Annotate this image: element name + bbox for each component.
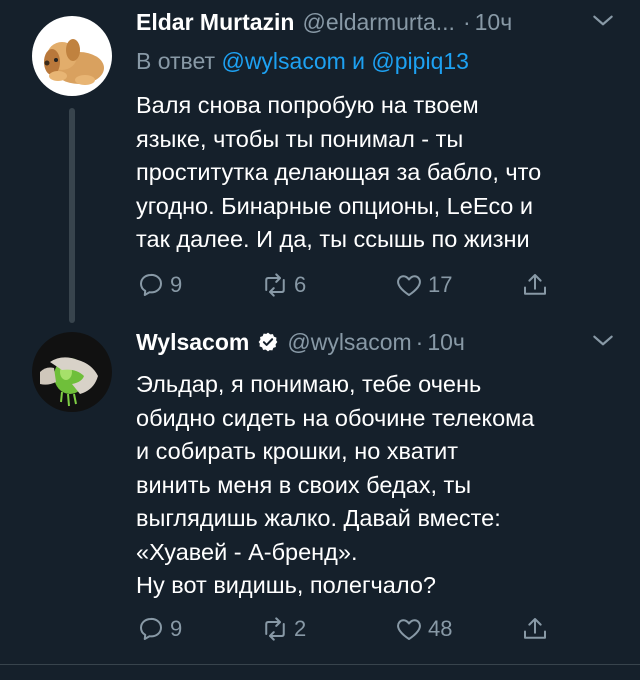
reply-context: В ответ @wylsacom и @pipiq13 [136,48,620,76]
tweet-wylsacom[interactable]: Wylsacom @wylsacom · 10ч Эльдар, я поним… [0,320,640,664]
user-handle[interactable]: @eldarmurta... [302,9,454,36]
reply-button[interactable]: 9 [136,614,182,644]
reply-icon [140,617,162,640]
retweet-icon [265,617,285,641]
share-button[interactable] [520,270,550,300]
tweet-text: Валя снова попробую на твоем языке, чтоб… [136,92,542,252]
retweet-button[interactable]: 6 [260,270,306,300]
mention-link[interactable]: @pipiq13 [371,48,469,74]
avatar[interactable] [32,332,112,412]
mention-link[interactable]: @wylsacom [221,48,345,74]
verified-badge-icon [259,332,278,352]
divider [0,664,640,665]
display-name[interactable]: Wylsacom [136,329,249,356]
tweet-eldar[interactable]: Eldar Murtazin @eldarmurta... · 10ч В от… [0,0,640,323]
like-count: 17 [428,272,453,297]
retweet-count: 6 [294,272,307,297]
reply-and: и [352,48,366,74]
share-button[interactable] [520,614,550,644]
reply-count: 9 [170,272,183,297]
reply-count: 9 [170,616,183,641]
thread-connector-line [69,108,75,323]
avatar[interactable] [32,16,112,96]
tweet-header: Wylsacom @wylsacom · 10ч [136,326,620,358]
reply-icon [140,273,162,296]
separator-dot: · [462,8,471,35]
like-count: 48 [428,616,453,641]
timestamp[interactable]: 10ч [475,9,513,36]
like-button[interactable]: 48 [394,614,452,644]
reply-button[interactable]: 9 [136,270,182,300]
hand-squeezing-lime-avatar-icon [32,332,112,412]
share-icon [524,274,546,295]
heart-icon [397,275,421,296]
like-button[interactable]: 17 [394,270,452,300]
chevron-down-icon[interactable] [590,8,616,34]
retweet-count: 2 [294,616,307,641]
display-name[interactable]: Eldar Murtazin [136,9,294,36]
retweet-button[interactable]: 2 [260,614,306,644]
tweet-header: Eldar Murtazin @eldarmurta... · 10ч [136,6,620,38]
share-icon [524,618,546,639]
plush-dog-avatar-icon [32,16,112,96]
tweet-actions: 9 2 48 [136,614,596,650]
heart-icon [397,619,421,640]
chevron-down-icon[interactable] [590,328,616,354]
retweet-icon [265,273,285,297]
tweet-text: Эльдар, я понимаю, тебе очень обидно сид… [136,371,535,598]
separator-dot: · [415,328,424,355]
user-handle[interactable]: @wylsacom [287,329,411,356]
timestamp[interactable]: 10ч [427,329,465,356]
reply-prefix: В ответ [136,48,216,74]
tweet-actions: 9 6 17 [136,270,596,306]
